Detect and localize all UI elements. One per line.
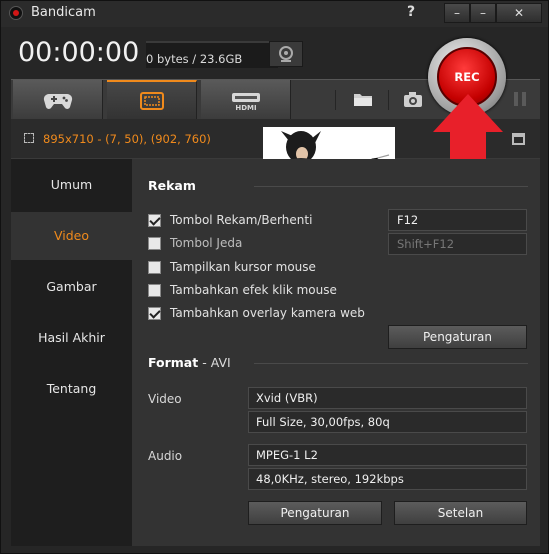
video-detail-field: Full Size, 30,00fps, 80q bbox=[248, 411, 527, 433]
option-pause-hotkey[interactable]: Tombol Jeda bbox=[148, 234, 242, 252]
option-click-effect[interactable]: Tambahkan efek klik mouse bbox=[148, 281, 337, 299]
record-settings-button[interactable]: Pengaturan bbox=[388, 325, 527, 349]
toolbar-divider bbox=[335, 90, 336, 110]
camera-icon bbox=[404, 92, 422, 107]
option-label: Tambahkan efek klik mouse bbox=[170, 283, 337, 297]
option-label: Tombol Rekam/Berhenti bbox=[170, 213, 313, 227]
format-container: - AVI bbox=[198, 355, 231, 370]
record-hotkey-field[interactable]: F12 bbox=[388, 209, 527, 231]
title-bar: Bandicam ? – – ✕ bbox=[1, 1, 548, 27]
option-label: Tombol Jeda bbox=[170, 236, 243, 250]
close-button[interactable]: ✕ bbox=[496, 3, 542, 23]
checkbox-show-cursor[interactable] bbox=[148, 260, 161, 274]
audio-format-label: Audio bbox=[148, 449, 183, 463]
window-select-icon[interactable] bbox=[512, 133, 525, 145]
minimize-icon: – bbox=[480, 6, 486, 20]
format-presets-button[interactable]: Setelan bbox=[394, 501, 527, 525]
video-settings-panel: Rekam Tombol Rekam/Berhenti F12 Tombol J… bbox=[132, 159, 540, 546]
sidebar-item-umum[interactable]: Umum bbox=[11, 161, 132, 209]
recording-timer: 00:00:00 bbox=[18, 37, 140, 68]
audio-codec-field: MPEG-1 L2 bbox=[248, 444, 527, 466]
minimize-icon: – bbox=[454, 6, 460, 20]
screen-rectangle-icon bbox=[139, 91, 164, 110]
checkbox-click-effect[interactable] bbox=[148, 283, 161, 297]
toolbar-divider bbox=[388, 90, 389, 110]
close-icon: ✕ bbox=[513, 6, 525, 20]
settings-sidebar: Umum Video Gambar Hasil Akhir Tentang bbox=[11, 159, 132, 546]
storage-readout: 0 bytes / 23.6GB bbox=[146, 41, 278, 68]
video-format-label: Video bbox=[148, 392, 182, 406]
app-title: Bandicam bbox=[31, 5, 96, 20]
format-settings-button[interactable]: Pengaturan bbox=[248, 501, 382, 525]
screenshot-button[interactable] bbox=[401, 88, 425, 110]
sidebar-item-tentang[interactable]: Tentang bbox=[11, 365, 132, 413]
select-region-icon[interactable] bbox=[24, 133, 34, 143]
option-webcam-overlay[interactable]: Tambahkan overlay kamera web bbox=[148, 304, 365, 322]
hdmi-icon: HDMI bbox=[231, 92, 260, 111]
video-codec-field: Xvid (VBR) bbox=[248, 387, 527, 409]
open-folder-button[interactable] bbox=[351, 88, 375, 110]
checkbox-pause[interactable] bbox=[148, 236, 161, 250]
minimize-button[interactable]: – bbox=[470, 3, 496, 23]
webcam-button[interactable] bbox=[269, 41, 303, 67]
sidebar-item-video[interactable]: Video bbox=[11, 212, 132, 260]
bandicam-logo-icon bbox=[9, 6, 23, 20]
pause-hotkey-field[interactable]: Shift+F12 bbox=[388, 233, 527, 255]
tab-screen-mode[interactable] bbox=[107, 80, 197, 119]
tab-game-mode[interactable] bbox=[13, 80, 103, 119]
webcam-icon bbox=[279, 46, 293, 62]
bandicam-window: Bandicam ? – – ✕ 00:00:00 0 bytes / 23.6… bbox=[0, 0, 549, 554]
pause-button[interactable] bbox=[508, 88, 532, 110]
option-show-cursor[interactable]: Tampilkan kursor mouse bbox=[148, 258, 316, 276]
sidebar-item-hasil-akhir[interactable]: Hasil Akhir bbox=[11, 314, 132, 362]
folder-icon bbox=[354, 94, 372, 106]
help-button[interactable]: ? bbox=[407, 4, 415, 20]
tab-hdmi-mode[interactable]: HDMI bbox=[201, 80, 291, 119]
section-divider bbox=[254, 186, 528, 187]
checkbox-webcam-overlay[interactable] bbox=[148, 306, 161, 320]
pause-icon bbox=[514, 92, 526, 106]
format-section-title: Format - AVI bbox=[148, 355, 231, 370]
audio-detail-field: 48,0KHz, stereo, 192kbps bbox=[248, 468, 527, 490]
checkbox-record-stop[interactable] bbox=[148, 213, 161, 227]
sidebar-item-gambar[interactable]: Gambar bbox=[11, 263, 132, 311]
record-section-title: Rekam bbox=[148, 178, 196, 193]
option-record-stop-hotkey[interactable]: Tombol Rekam/Berhenti bbox=[148, 211, 312, 229]
minimize-to-tray-button[interactable]: – bbox=[444, 3, 470, 23]
section-divider bbox=[254, 363, 528, 364]
format-title: Format bbox=[148, 355, 199, 370]
option-label: Tambahkan overlay kamera web bbox=[170, 306, 365, 320]
storage-text: 0 bytes / 23.6GB bbox=[146, 52, 243, 66]
svg-text:HDMI: HDMI bbox=[235, 104, 256, 111]
capture-region-text: 895x710 - (7, 50), (902, 760) bbox=[43, 132, 211, 146]
gamepad-icon bbox=[43, 93, 72, 109]
option-label: Tampilkan kursor mouse bbox=[170, 260, 316, 274]
